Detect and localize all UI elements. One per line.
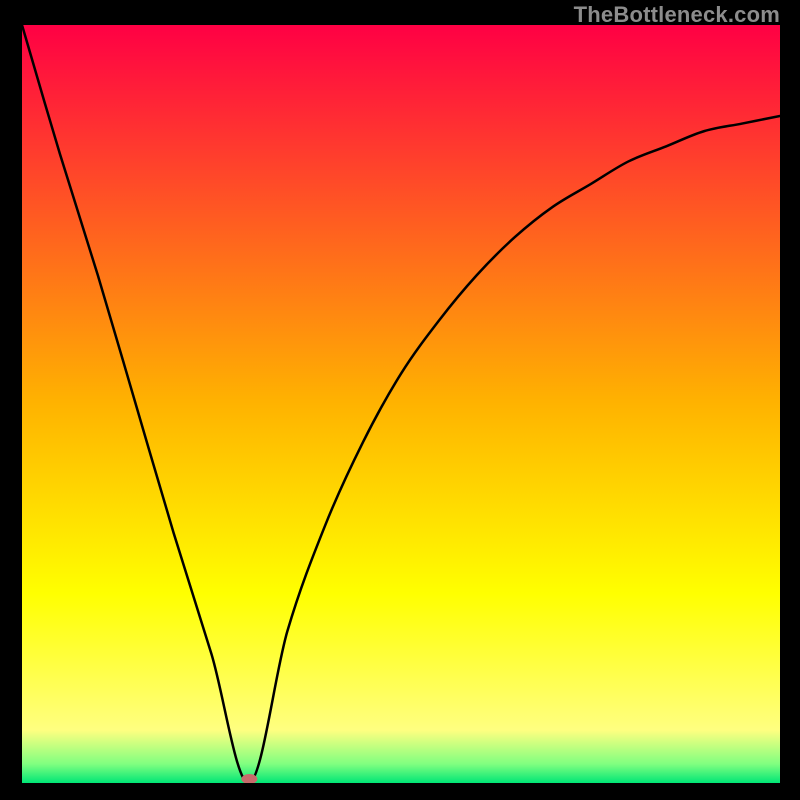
watermark-label: TheBottleneck.com: [574, 2, 780, 28]
bottleneck-plot: [22, 25, 780, 783]
chart-frame: TheBottleneck.com: [0, 0, 800, 800]
